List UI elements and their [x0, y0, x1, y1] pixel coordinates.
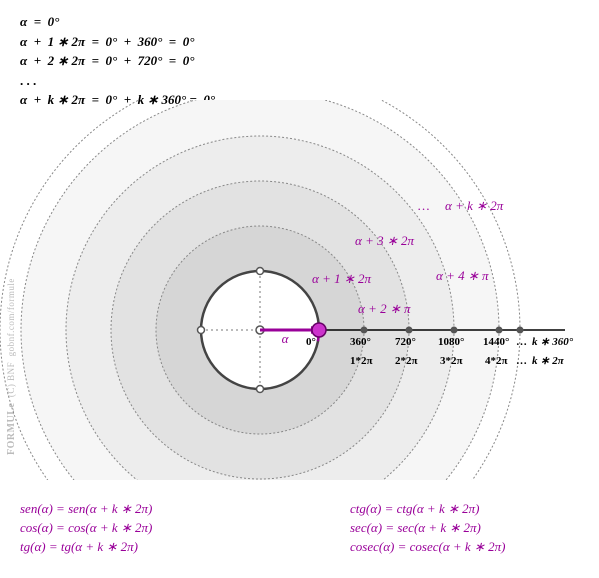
svg-text:1080°: 1080° — [438, 336, 464, 348]
diagram: α 0° 360° 720° 1080° 1440° … k ∗ 360° 1*… — [0, 100, 599, 480]
identities-col-1: sen(α) = sen(α + k ∗ 2π) cos(α) = cos(α … — [20, 500, 350, 557]
svg-text:…: … — [516, 355, 527, 367]
eq-line-3: α + 2 ∗ 2π = 0° + 720° = 0° — [20, 51, 215, 71]
svg-text:2*2π: 2*2π — [395, 355, 418, 367]
alpha-label: α — [282, 331, 290, 346]
svg-text:360°: 360° — [350, 336, 371, 348]
id-cos: cos(α) = cos(α + k ∗ 2π) — [20, 519, 350, 538]
halo-rings — [21, 100, 499, 480]
identities: sen(α) = sen(α + k ∗ 2π) cos(α) = cos(α … — [20, 500, 580, 557]
eq-line-2: α + 1 ∗ 2π = 0° + 360° = 0° — [20, 32, 215, 52]
id-tg: tg(α) = tg(α + k ∗ 2π) — [20, 538, 350, 557]
svg-text:…: … — [516, 336, 527, 348]
svg-text:α + 2 ∗ π: α + 2 ∗ π — [358, 301, 411, 316]
svg-text:1*2π: 1*2π — [350, 355, 373, 367]
circles-svg: α 0° 360° 720° 1080° 1440° … k ∗ 360° 1*… — [0, 100, 599, 480]
svg-text:0°: 0° — [306, 336, 316, 348]
id-sec: sec(α) = sec(α + k ∗ 2π) — [350, 519, 505, 538]
eq-line-4: . . . — [20, 71, 215, 91]
page: α = 0° α + 1 ∗ 2π = 0° + 360° = 0° α + 2… — [0, 0, 599, 578]
id-ctg: ctg(α) = ctg(α + k ∗ 2π) — [350, 500, 505, 519]
identities-col-2: ctg(α) = ctg(α + k ∗ 2π) sec(α) = sec(α … — [350, 500, 505, 557]
svg-text:α + 1 ∗ 2π: α + 1 ∗ 2π — [312, 271, 371, 286]
svg-text:k ∗ 360°: k ∗ 360° — [532, 336, 574, 348]
id-sen: sen(α) = sen(α + k ∗ 2π) — [20, 500, 350, 519]
svg-text:1440°: 1440° — [483, 336, 509, 348]
svg-text:α + 4 ∗ π: α + 4 ∗ π — [436, 268, 489, 283]
equation-block: α = 0° α + 1 ∗ 2π = 0° + 360° = 0° α + 2… — [20, 12, 215, 110]
svg-text:…: … — [418, 198, 430, 213]
svg-text:3*2π: 3*2π — [440, 355, 463, 367]
eq-line-1: α = 0° — [20, 12, 215, 32]
svg-text:4*2π: 4*2π — [485, 355, 508, 367]
svg-text:k ∗ 2π: k ∗ 2π — [532, 355, 565, 367]
svg-text:α + 3 ∗ 2π: α + 3 ∗ 2π — [355, 233, 414, 248]
id-cosec: cosec(α) = cosec(α + k ∗ 2π) — [350, 538, 505, 557]
svg-text:720°: 720° — [395, 336, 416, 348]
svg-text:α + k ∗ 2π: α + k ∗ 2π — [445, 198, 504, 213]
